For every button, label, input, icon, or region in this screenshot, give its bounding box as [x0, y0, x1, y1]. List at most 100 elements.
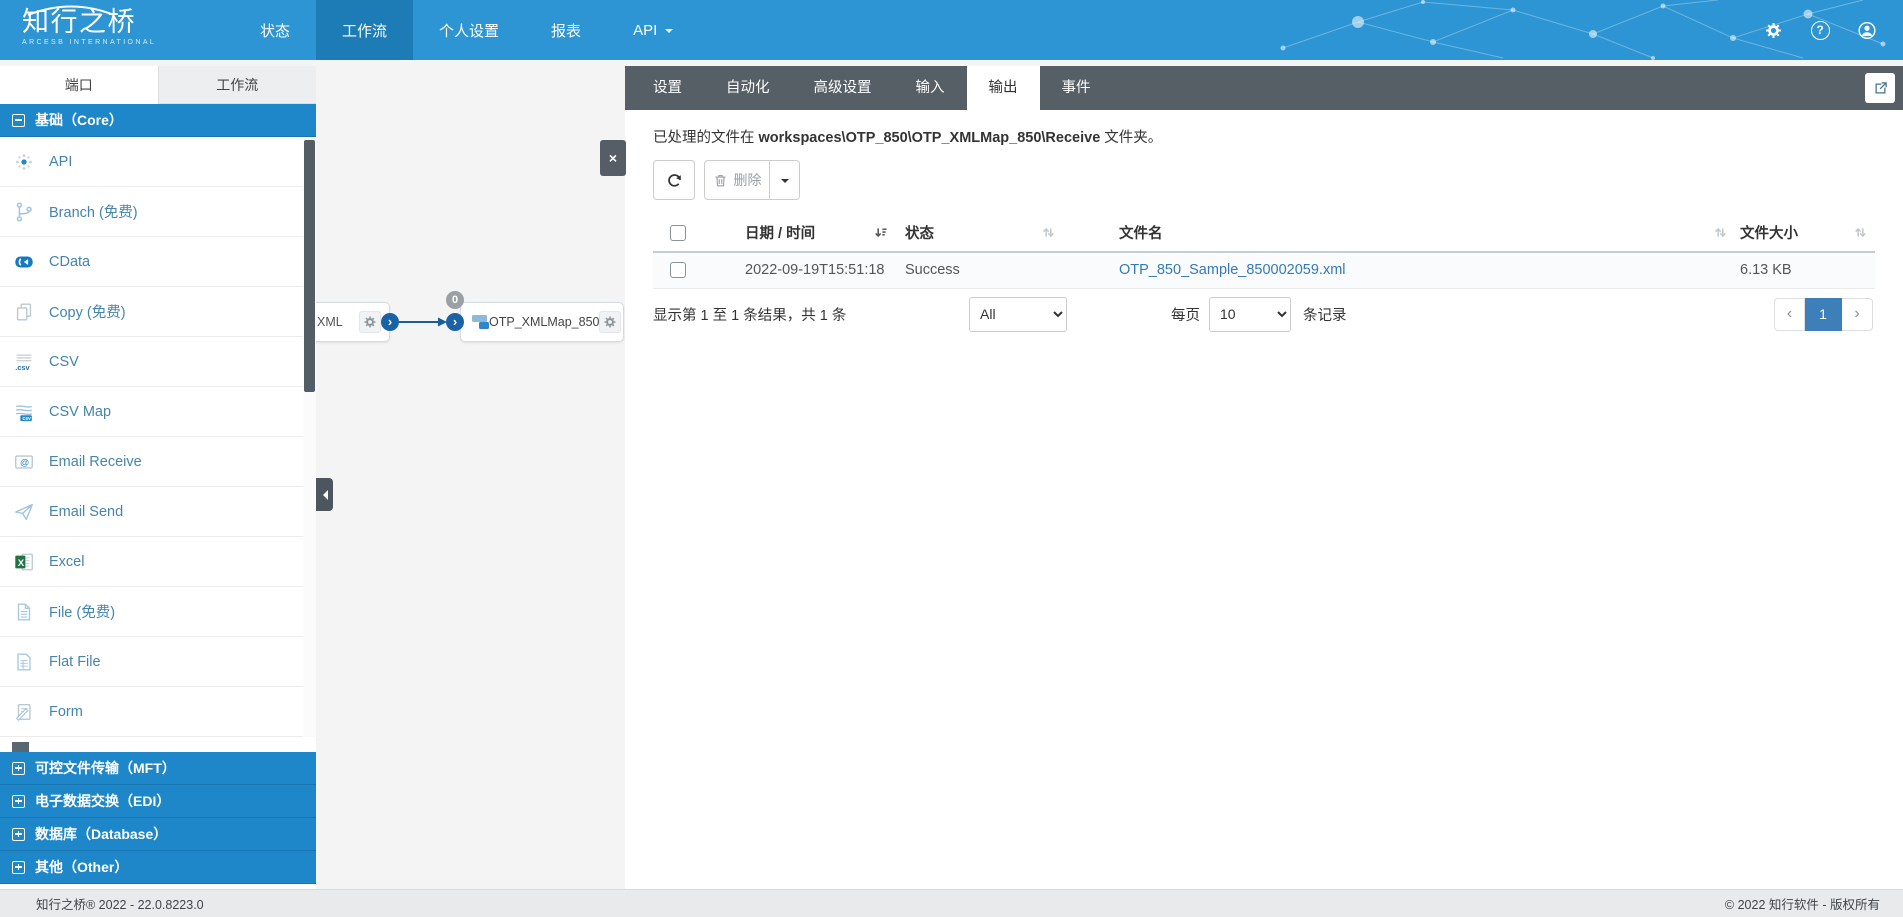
- chevron-right-icon: ›: [453, 315, 457, 328]
- workflow-node-partial[interactable]: XML: [316, 302, 390, 342]
- file-icon: [10, 600, 37, 624]
- column-header-status[interactable]: 状态: [895, 214, 1063, 252]
- section-header-database[interactable]: 数据库（Database）: [0, 818, 316, 851]
- svg-text:@: @: [19, 457, 28, 467]
- per-page-select[interactable]: 10: [1209, 297, 1291, 332]
- sidebar-item-label: CSV Map: [49, 404, 111, 420]
- sidebar-item-file[interactable]: File (免费): [0, 587, 316, 637]
- sidebar-item-csv-map[interactable]: csv CSV Map: [0, 387, 316, 437]
- tab-advanced-settings[interactable]: 高级设置: [792, 66, 894, 110]
- column-header-datetime[interactable]: 日期 / 时间: [720, 214, 895, 252]
- logo-subtitle: ARCESB INTERNATIONAL: [22, 39, 192, 46]
- panel-tabbar: 设置 自动化 高级设置 输入 输出 事件: [625, 66, 1903, 110]
- api-icon: [10, 150, 37, 174]
- app-window: 知行之桥 ARCESB INTERNATIONAL 状态 工作流 个人设置 报表…: [0, 0, 1903, 917]
- nav-item-profile-settings[interactable]: 个人设置: [413, 0, 525, 60]
- delete-button[interactable]: 删除: [704, 160, 770, 200]
- status-filter-select[interactable]: All: [969, 297, 1067, 332]
- sidebar-tabs: 端口 工作流: [0, 66, 316, 104]
- tab-events[interactable]: 事件: [1040, 66, 1113, 110]
- workflow-node-otp-xmlmap-850[interactable]: OTP_XMLMap_850: [460, 302, 624, 342]
- expand-plus-icon: [12, 795, 25, 808]
- delete-dropdown-button[interactable]: [770, 160, 800, 200]
- app-logo[interactable]: 知行之桥 ARCESB INTERNATIONAL: [22, 7, 192, 60]
- nav-item-workflow[interactable]: 工作流: [316, 0, 413, 60]
- table-pager: 显示第 1 至 1 条结果，共 1 条 All 每页 10 条记录 ‹ 1 ›: [653, 297, 1875, 332]
- sidebar-tab-workflows[interactable]: 工作流: [158, 66, 317, 104]
- sidebar-item-cdata[interactable]: CData: [0, 237, 316, 287]
- clipped-item-icon: [12, 742, 29, 752]
- sidebar-item-api[interactable]: API: [0, 137, 316, 187]
- node-settings-gear-icon[interactable]: [359, 311, 381, 333]
- connector-sidebar: 端口 工作流 基础（Core） API: [0, 66, 316, 889]
- sidebar-item-email-send[interactable]: Email Send: [0, 487, 316, 537]
- nav-item-label: 工作流: [342, 20, 387, 41]
- version-text: 知行之桥® 2022 - 22.0.8223.0: [36, 894, 204, 913]
- page-1-button[interactable]: 1: [1805, 298, 1842, 331]
- sidebar-item-label: File (免费): [49, 601, 115, 622]
- sidebar-item-csv[interactable]: .csv CSV: [0, 337, 316, 387]
- sidebar-scrollbar-track[interactable]: [303, 137, 316, 737]
- select-all-header: [653, 214, 720, 252]
- nav-item-label: 个人设置: [439, 20, 499, 41]
- settings-gear-icon[interactable]: [1763, 20, 1783, 40]
- sidebar-item-form[interactable]: Form: [0, 687, 316, 737]
- copy-icon: [10, 300, 37, 324]
- prev-page-button[interactable]: ‹: [1774, 298, 1805, 331]
- section-header-edi[interactable]: 电子数据交换（EDI）: [0, 785, 316, 818]
- branch-icon: [10, 200, 37, 224]
- close-panel-button[interactable]: ×: [600, 140, 626, 176]
- sidebar-tab-ports[interactable]: 端口: [0, 66, 158, 104]
- pagination: ‹ 1 ›: [1774, 298, 1873, 331]
- user-account-icon[interactable]: [1857, 20, 1877, 40]
- filename-cell: OTP_850_Sample_850002059.xml: [1063, 252, 1735, 288]
- column-label: 状态: [905, 222, 934, 243]
- sidebar-item-excel[interactable]: X Excel: [0, 537, 316, 587]
- open-in-new-window-button[interactable]: [1865, 73, 1895, 103]
- nav-item-api-menu[interactable]: API: [607, 0, 699, 60]
- clipped-list-item: [0, 737, 316, 752]
- sort-icon: [1042, 226, 1055, 239]
- sidebar-item-label: Branch (免费): [49, 201, 138, 222]
- tab-settings[interactable]: 设置: [631, 66, 704, 110]
- sidebar-item-branch[interactable]: Branch (免费): [0, 187, 316, 237]
- main-nav: 状态 工作流 个人设置 报表 API: [234, 0, 699, 60]
- file-link[interactable]: OTP_850_Sample_850002059.xml: [1119, 262, 1346, 278]
- sidebar-item-label: Form: [49, 704, 83, 720]
- section-header-core[interactable]: 基础（Core）: [0, 104, 316, 137]
- column-header-filename[interactable]: 文件名: [1063, 214, 1735, 252]
- tab-input[interactable]: 输入: [894, 66, 967, 110]
- refresh-button[interactable]: [653, 160, 695, 200]
- sidebar-item-flat-file[interactable]: Flat File: [0, 637, 316, 687]
- input-port[interactable]: ›: [446, 313, 464, 331]
- section-header-other[interactable]: 其他（Other）: [0, 851, 316, 884]
- node-settings-gear-icon[interactable]: [599, 311, 621, 333]
- sidebar-collapse-handle[interactable]: [316, 478, 333, 511]
- results-summary: 显示第 1 至 1 条结果，共 1 条: [653, 304, 846, 325]
- chevron-right-icon: ›: [388, 315, 392, 328]
- nav-item-reports[interactable]: 报表: [525, 0, 607, 60]
- select-all-checkbox[interactable]: [670, 225, 686, 241]
- sidebar-scrollbar-thumb[interactable]: [304, 140, 315, 392]
- svg-text:X: X: [17, 557, 24, 568]
- nav-item-status[interactable]: 状态: [234, 0, 316, 60]
- per-page-suffix: 条记录: [1303, 304, 1347, 325]
- section-label: 数据库（Database）: [35, 824, 167, 844]
- node-detail-panel: × 设置 自动化 高级设置 输入 输出 事件 已处理的文件在 workspace…: [625, 66, 1903, 889]
- tab-output[interactable]: 输出: [967, 66, 1040, 110]
- column-header-filesize[interactable]: 文件大小: [1735, 214, 1875, 252]
- next-page-button[interactable]: ›: [1842, 298, 1873, 331]
- workflow-canvas[interactable]: XML › 0 OTP_XMLMap_850 ›: [316, 60, 625, 889]
- section-label: 其他（Other）: [35, 857, 128, 877]
- sidebar-item-copy[interactable]: Copy (免费): [0, 287, 316, 337]
- section-header-mft[interactable]: 可控文件传输（MFT）: [0, 752, 316, 785]
- description-suffix: 文件夹。: [1100, 130, 1162, 146]
- help-icon[interactable]: ?: [1810, 20, 1830, 40]
- output-port[interactable]: ›: [381, 313, 399, 331]
- tab-automation[interactable]: 自动化: [704, 66, 792, 110]
- cdata-icon: [10, 250, 37, 274]
- nav-item-label: 报表: [551, 20, 581, 41]
- row-checkbox[interactable]: [670, 262, 686, 278]
- sidebar-item-email-receive[interactable]: @ Email Receive: [0, 437, 316, 487]
- receive-folder-path: workspaces\OTP_850\OTP_XMLMap_850\Receiv…: [759, 130, 1101, 146]
